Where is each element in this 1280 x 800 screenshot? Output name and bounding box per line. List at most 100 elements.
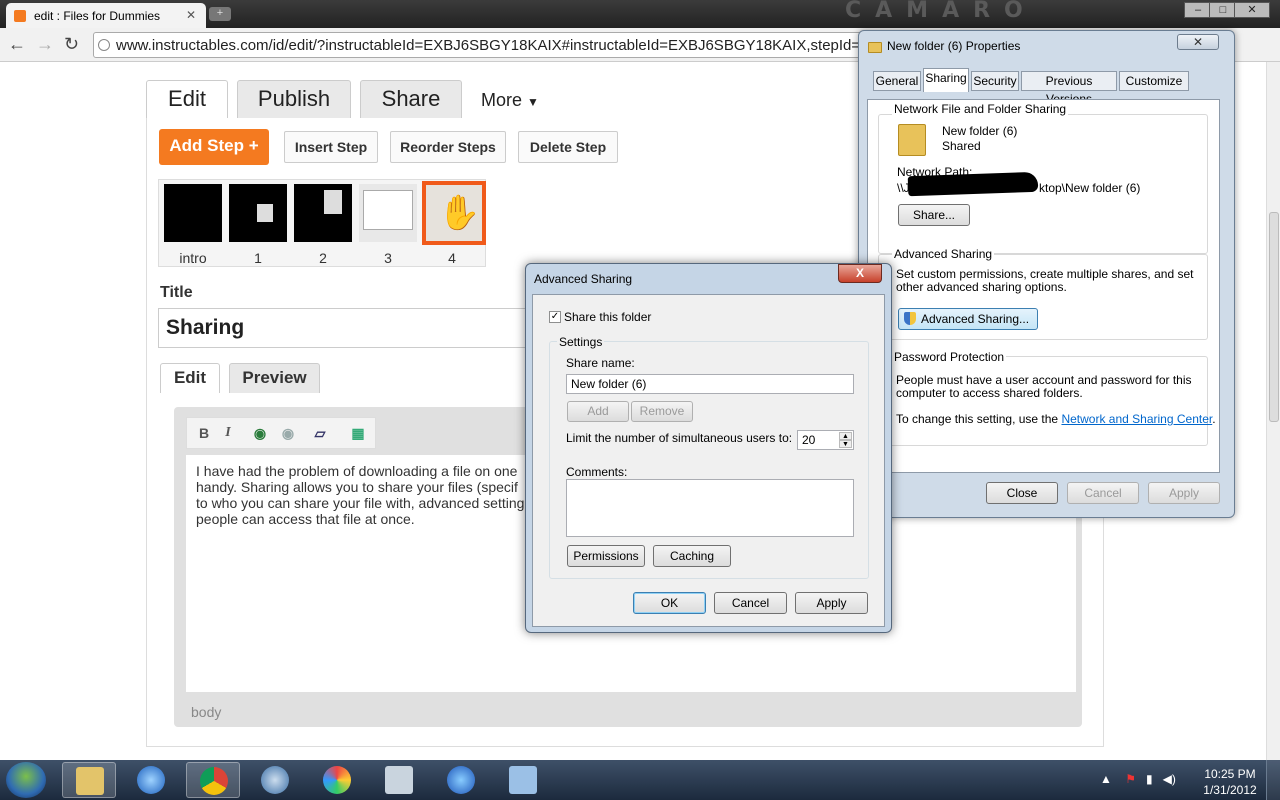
limit-users-stepper[interactable]: 20 ▲ ▼ [797,430,854,450]
new-tab-button[interactable]: + [209,7,231,21]
maximize-button[interactable]: □ [1209,2,1237,18]
insert-image-icon[interactable]: ▦ [349,425,367,443]
reorder-steps-button[interactable]: Reorder Steps [390,131,506,163]
start-button[interactable] [6,762,46,798]
network-sharing-center-link[interactable]: Network and Sharing Center [1061,412,1212,426]
share-button[interactable]: Share... [898,204,970,226]
share-name-label: Share name: [566,356,635,370]
tab-security[interactable]: Security [971,71,1019,91]
folder-icon [868,42,882,53]
remove-button[interactable]: Remove [631,401,693,422]
eraser-icon[interactable]: ▱ [311,425,329,443]
tray-expand-icon[interactable]: ▲ [1100,772,1112,786]
scrollbar-thumb[interactable] [1269,212,1279,422]
delete-step-button[interactable]: Delete Step [518,131,618,163]
more-menu[interactable]: More ▼ [481,90,539,111]
reload-icon[interactable]: ↻ [64,35,79,53]
address-bar[interactable]: www.instructables.com/id/edit/?instructa… [93,32,868,58]
show-desktop-button[interactable] [1266,760,1280,800]
ok-button[interactable]: OK [633,592,706,614]
properties-cancel-button[interactable]: Cancel [1067,482,1139,504]
share-name-input[interactable]: New folder (6) [566,374,854,394]
ie-icon [137,766,165,794]
tab-publish[interactable]: Publish [237,80,351,118]
step-thumb-3[interactable] [359,184,417,242]
taskbar-keyboard[interactable] [496,762,550,798]
plus-icon: + [248,136,259,155]
back-icon[interactable]: ← [8,35,26,53]
itunes-icon [447,766,475,794]
clock[interactable]: 10:25 PM 1/31/2012 [1195,766,1265,798]
cancel-button[interactable]: Cancel [714,592,787,614]
taskbar-chrome[interactable] [186,762,240,798]
permissions-button[interactable]: Permissions [567,545,645,567]
folder-state: Shared [942,139,981,153]
editor-tab-edit[interactable]: Edit [160,363,220,393]
properties-close-btn[interactable]: Close [986,482,1058,504]
add-step-button[interactable]: Add Step + [159,129,269,165]
shared-folder-icon [898,124,926,156]
advanced-sharing-desc: Set custom permissions, create multiple … [896,267,1194,294]
taskbar-paint[interactable] [310,762,364,798]
clock-time: 10:25 PM [1204,767,1256,781]
tab-edit[interactable]: Edit [146,80,228,118]
clock-date: 1/31/2012 [1203,783,1257,797]
forward-icon[interactable]: → [36,35,54,53]
chevron-down-icon: ▼ [527,95,539,109]
theme-brand-text: CAMARO [845,0,1037,23]
caching-button[interactable]: Caching [653,545,731,567]
step-thumb-intro[interactable] [164,184,222,242]
limit-users-label: Limit the number of simultaneous users t… [566,431,793,445]
tab-previous-versions[interactable]: Previous Versions [1021,71,1117,106]
apply-button[interactable]: Apply [795,592,868,614]
network-path-suffix: ktop\New folder (6) [1039,181,1141,195]
password-change-label: To change this setting, use the [896,412,1059,426]
taskbar-explorer[interactable] [62,762,116,798]
title-input[interactable]: Sharing [158,308,538,348]
url-text: www.instructables.com/id/edit/?instructa… [116,37,868,54]
tab-general[interactable]: General [873,71,921,91]
advanced-sharing-title: Advanced Sharing [892,247,995,261]
step-thumb-1[interactable] [229,184,287,242]
tab-close-icon[interactable]: ✕ [186,8,196,22]
action-center-icon[interactable]: ⚑ [1125,772,1136,786]
step-thumb-4[interactable]: ✋ [422,181,486,245]
tab-sharing[interactable]: Sharing [923,68,969,92]
minimize-button[interactable]: – [1184,2,1212,18]
tab-title: edit : Files for Dummies [34,9,161,23]
properties-close-button[interactable]: ✕ [1177,34,1219,50]
italic-icon[interactable]: I [219,425,237,443]
editor-toolbar: B I ◉ ◉ ▱ ▦ [186,417,376,449]
taskbar-itunes[interactable] [434,762,488,798]
editor-tab-preview[interactable]: Preview [229,363,320,393]
insert-step-button[interactable]: Insert Step [284,131,378,163]
link-icon[interactable]: ◉ [251,425,269,443]
shield-icon [904,312,916,325]
explorer-icon [76,767,104,795]
page-scrollbar[interactable] [1266,62,1280,760]
step-thumb-2[interactable] [294,184,352,242]
comments-textarea[interactable] [566,479,854,537]
bold-icon[interactable]: B [195,425,213,443]
window-close-button[interactable]: ✕ [1234,2,1270,18]
taskbar-calculator[interactable] [372,762,426,798]
properties-apply-button[interactable]: Apply [1148,482,1220,504]
dialog-close-button[interactable]: X [838,264,882,283]
password-protection-title: Password Protection [892,350,1007,364]
tab-share[interactable]: Share [360,80,462,118]
advanced-sharing-dialog: Advanced Sharing X ✓ Share this folder S… [525,263,892,633]
add-button[interactable]: Add [567,401,629,422]
stepper-up-icon[interactable]: ▲ [839,432,852,440]
volume-icon[interactable]: ◀) [1163,772,1176,786]
thumb-label: 3 [384,250,392,266]
stepper-down-icon[interactable]: ▼ [839,440,852,448]
taskbar-ie[interactable] [124,762,178,798]
thumb-label: 4 [448,250,456,266]
network-icon[interactable]: ▮ [1146,772,1153,786]
taskbar-mail[interactable] [248,762,302,798]
browser-tab[interactable]: edit : Files for Dummies ✕ [6,3,206,28]
unlink-icon[interactable]: ◉ [279,425,297,443]
tab-customize[interactable]: Customize [1119,71,1189,91]
advanced-sharing-button[interactable]: Advanced Sharing... [898,308,1038,330]
share-folder-checkbox[interactable]: ✓ [549,311,561,323]
